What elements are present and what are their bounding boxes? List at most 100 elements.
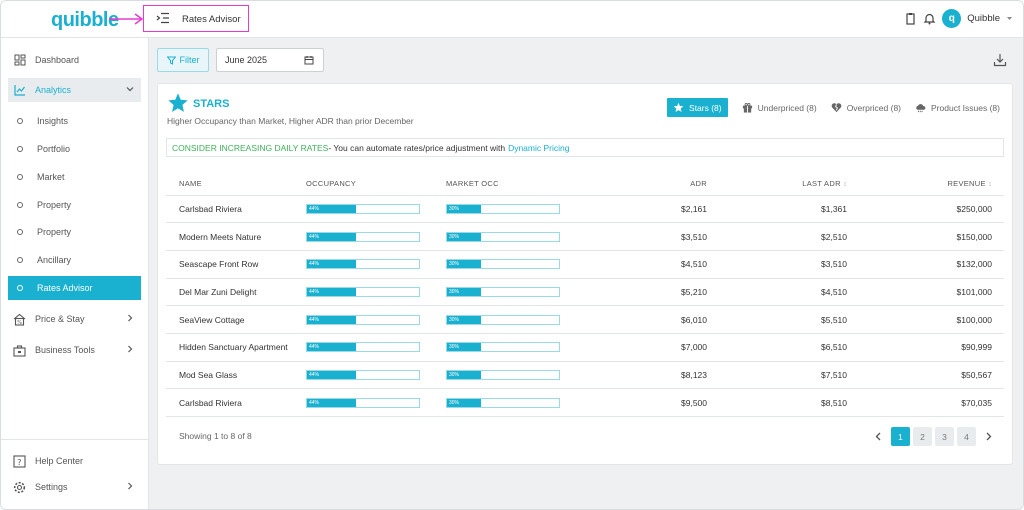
cell-occupancy: 44% [306,278,446,307]
chevron-right-icon [986,432,992,441]
sort-icon[interactable]: ↕ [988,181,992,188]
cell-name: Modern Meets Nature [166,222,306,251]
sidebar-item-ancillary[interactable]: Ancillary [8,248,141,272]
notice-highlight: CONSIDER INCREASING DAILY RATES [172,142,329,153]
sidebar-item-label: Market [37,172,65,182]
cell-occupancy: 44% [306,388,446,417]
gift-icon [742,103,752,113]
occupancy-label: 44% [309,205,320,212]
menu-collapse-icon[interactable] [156,12,170,24]
table-row[interactable]: Modern Meets Nature 44% 30% $3,510 $2,510 $15… [166,222,1004,251]
sidebar-item-market[interactable]: Market [8,165,141,189]
sidebar-item-rates-advisor[interactable]: Rates Advisor [8,276,141,300]
month-picker[interactable]: June 2025 [216,48,324,72]
user-name[interactable]: Quibble [967,13,1000,24]
sidebar-item-property[interactable]: Property [8,193,141,217]
sidebar-item-business-tools[interactable]: Business Tools [8,338,141,362]
occupancy-label: 44% [309,316,320,323]
cell-name: Hidden Sanctuary Apartment [166,333,306,362]
clipboard-icon[interactable] [904,12,917,25]
page-button-1[interactable]: 1 [891,427,910,446]
cell-revenue: $90,999 [859,333,1004,362]
chevron-right-icon [128,482,133,490]
col-header-name[interactable]: NAME [166,172,306,196]
sidebar-item-help-center[interactable]: ? Help Center [8,449,141,473]
cell-market-occ: 30% [446,222,586,251]
cell-name: Del Mar Zuni Delight [166,278,306,307]
pagination: 1 2 3 4 [869,427,998,446]
header-actions: q Quibble [904,9,1013,28]
page-button-2[interactable]: 2 [913,427,932,446]
table-row[interactable]: Mod Sea Glass 44% 30% $8,123 $7,510 $50,567 [166,361,1004,390]
bell-icon[interactable] [923,12,936,25]
download-icon[interactable] [993,53,1007,67]
table-row[interactable]: Carlsbad Riviera 44% 30% $9,500 $8,510 $70,03… [166,388,1004,417]
cell-revenue: $100,000 [859,305,1004,334]
sort-icon[interactable]: ↕ [843,181,847,188]
top-bar: quibble Rates Advisor q Quibble [1,1,1023,38]
market-occ-label: 30% [449,288,460,295]
table-row[interactable]: Carlsbad Riviera 44% 30% $2,161 $1,361 $250,0… [166,195,1004,224]
table-row[interactable]: SeaView Cottage 44% 30% $6,010 $5,510 $100,00… [166,305,1004,334]
sidebar-item-settings[interactable]: Settings [8,475,141,499]
sidebar-item-analytics[interactable]: Analytics [8,78,141,102]
sidebar-item-insights[interactable]: Insights [8,109,141,133]
sidebar-item-property[interactable]: Property [8,220,141,244]
dynamic-pricing-link[interactable]: Dynamic Pricing [508,143,569,153]
category-tabs: Stars (8) Underpriced (8) Overpriced (8)… [667,98,1000,117]
briefcase-icon [13,344,26,357]
col-header-market-occ[interactable]: MARKET OCC [446,172,586,196]
next-page-button[interactable] [979,427,998,446]
bullet-icon [17,257,23,263]
sidebar-item-label: Business Tools [35,345,95,355]
sidebar-item-label: Ancillary [37,255,72,265]
page-button-4[interactable]: 4 [957,427,976,446]
market-occ-bar: 30% [446,369,560,380]
col-header-last-adr[interactable]: LAST ADR ↕ [719,172,859,196]
chevron-right-icon [128,314,133,322]
col-header-label: REVENUE [947,178,986,188]
sidebar-item-dashboard[interactable]: Dashboard [8,48,141,72]
card-title: STARS [193,98,230,110]
cell-last-adr: $7,510 [719,361,859,390]
sidebar-item-label: Dashboard [35,55,80,65]
cell-market-occ: 30% [446,388,586,417]
bullet-icon [17,285,23,291]
house-percent-icon: % [13,313,26,326]
col-header-revenue[interactable]: REVENUE ↕ [859,172,1004,196]
cell-last-adr: $5,510 [719,305,859,334]
prev-page-button[interactable] [869,427,888,446]
cell-revenue: $150,000 [859,222,1004,251]
table-row[interactable]: Hidden Sanctuary Apartment 44% 30% $7,000 $6… [166,333,1004,362]
market-occ-bar: 30% [446,286,560,297]
avatar[interactable]: q [942,9,962,28]
sidebar-item-label: Price & Stay [35,314,85,324]
cell-market-occ: 30% [446,278,586,307]
tab-underpriced[interactable]: Underpriced (8) [742,98,817,117]
bullet-icon [17,174,23,180]
table-row[interactable]: Seascape Front Row 44% 30% $4,510 $3,510 $132… [166,250,1004,279]
col-header-adr[interactable]: ADR [586,172,719,196]
filter-button[interactable]: Filter [157,48,209,72]
cell-revenue: $50,567 [859,361,1004,390]
sidebar-item-price-stay[interactable]: % Price & Stay [8,307,141,331]
chevron-down-icon[interactable] [1006,15,1013,22]
page-button-3[interactable]: 3 [935,427,954,446]
calendar-icon [304,56,314,65]
occupancy-bar: 44% [306,286,420,297]
page-title: Rates Advisor [182,14,241,25]
tab-label: Underpriced (8) [757,102,817,113]
tab-stars[interactable]: Stars (8) [667,98,728,117]
bullet-icon [17,118,23,124]
filter-label: Filter [179,55,200,65]
occupancy-label: 44% [309,371,320,378]
table-row[interactable]: Del Mar Zuni Delight 44% 30% $5,210 $4,510 $1… [166,278,1004,307]
cell-occupancy: 44% [306,361,446,390]
market-occ-label: 30% [449,371,460,378]
sidebar-item-portfolio[interactable]: Portfolio [8,137,141,161]
sidebar-item-label: Insights [37,116,69,126]
col-header-occupancy[interactable]: OCCUPANCY [306,172,446,196]
tab-overpriced[interactable]: Overpriced (8) [831,98,901,117]
market-occ-bar: 30% [446,314,560,325]
tab-product-issues[interactable]: Product Issues (8) [915,98,1000,117]
